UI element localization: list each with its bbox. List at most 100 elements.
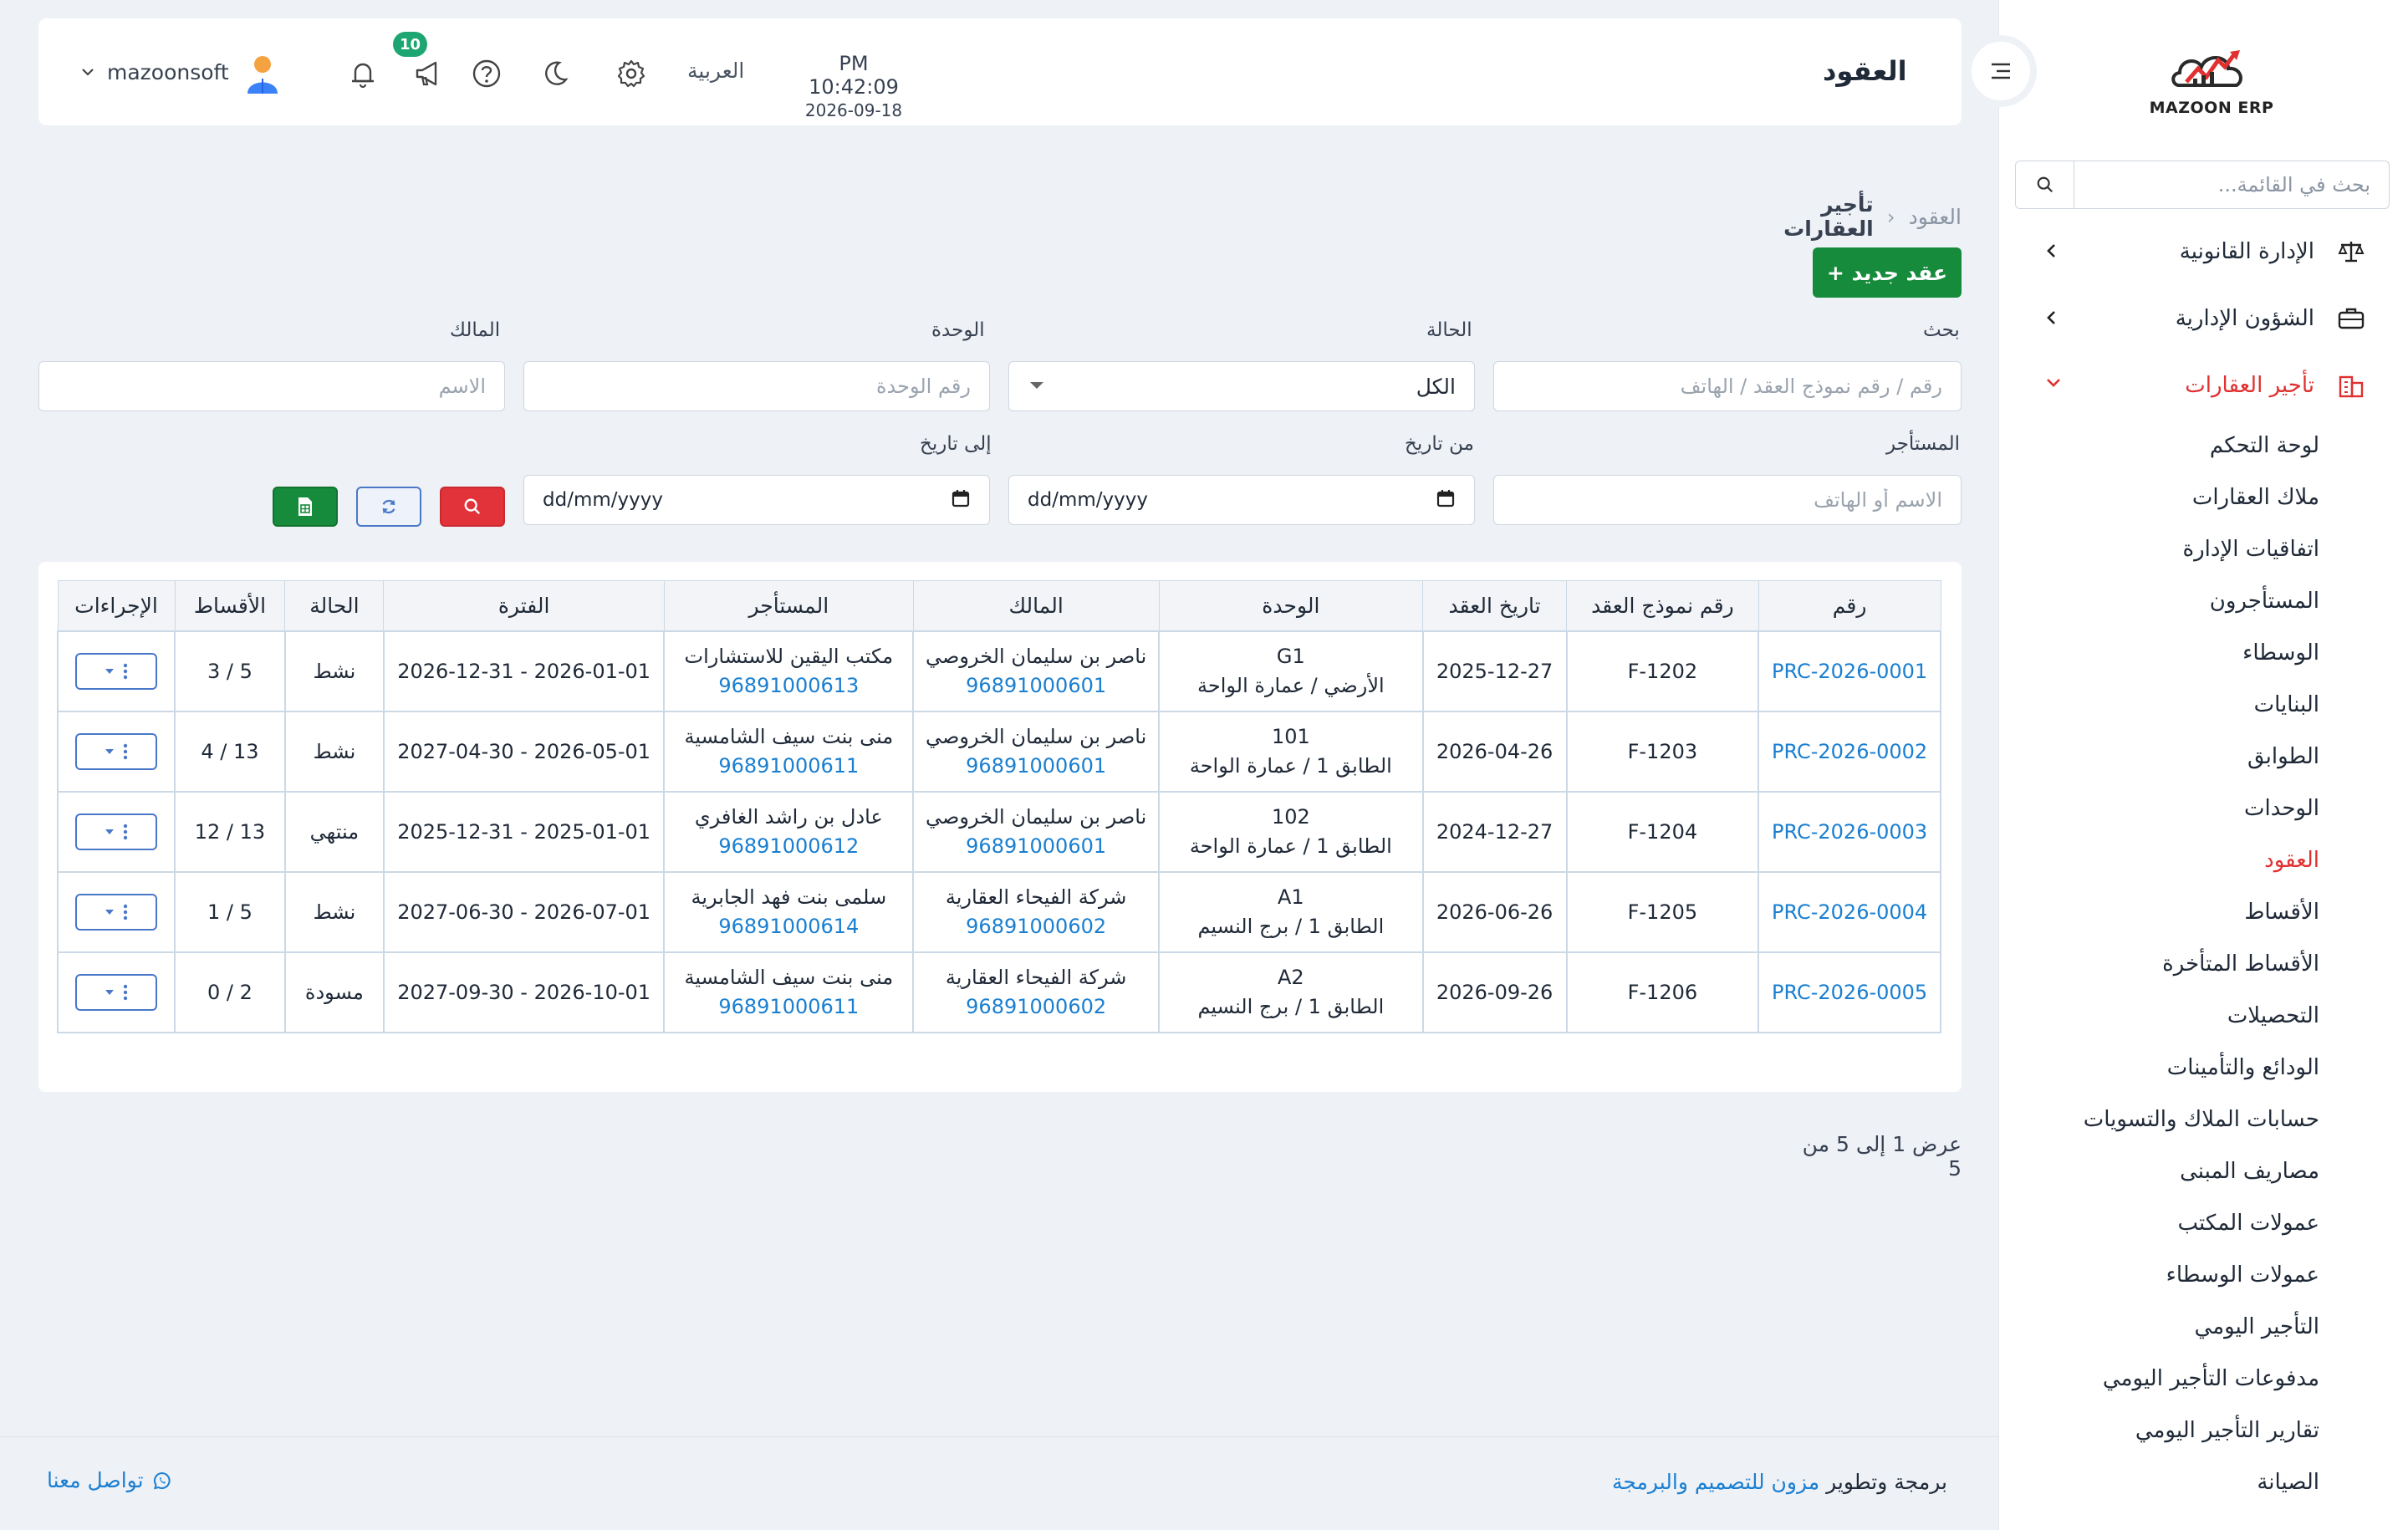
megaphone-icon[interactable] (410, 55, 446, 92)
sidebar-group-real-estate[interactable]: تأجير العقارات (1998, 360, 2408, 411)
contract-id-link[interactable]: PRC-2026-0001 (1772, 660, 1927, 683)
footer-company-link[interactable]: مزون للتصميم والبرمجة (1612, 1470, 1819, 1494)
owner-phone[interactable]: 96891000601 (966, 674, 1106, 698)
column-header[interactable]: الفترة (383, 580, 665, 631)
table-row: PRC-2026-0005 F-1206 2026-09-26 A2 الطابق… (57, 951, 1941, 1033)
tenant-phone[interactable]: 96891000611 (718, 995, 859, 1019)
sidebar-item-buildings[interactable]: البنايات (2254, 692, 2319, 726)
sidebar-item-floors[interactable]: الطوابق (2247, 744, 2319, 778)
owner-phone[interactable]: 96891000602 (966, 915, 1106, 939)
column-header[interactable]: رقم (1758, 580, 1941, 631)
sidebar-group-label: تأجير العقارات (2185, 373, 2314, 398)
column-header[interactable]: المستأجر (663, 580, 914, 631)
to-date-field[interactable]: dd/mm/yyyy (523, 475, 990, 525)
sidebar-item-owners[interactable]: ملاك العقارات (2192, 485, 2319, 518)
status-select[interactable]: الكل (1008, 361, 1475, 411)
column-header[interactable]: الوحدة (1158, 580, 1424, 631)
app-logo[interactable]: MAZOON ERP (2140, 33, 2283, 117)
language-switch[interactable]: العربية (687, 59, 744, 83)
search-input[interactable] (1494, 362, 1961, 411)
unit-field[interactable] (523, 361, 990, 411)
sidebar-item-collections[interactable]: التحصيلات (2227, 1003, 2319, 1037)
calendar-icon[interactable] (1436, 488, 1456, 512)
row-actions-dropdown[interactable] (75, 652, 157, 690)
sidebar-item-installments[interactable]: الأقساط (2244, 900, 2319, 933)
column-header[interactable]: الأقساط (174, 580, 286, 631)
menu-icon (1992, 63, 2010, 79)
owner-field[interactable] (38, 361, 505, 411)
sidebar-item-owner-accounts[interactable]: حسابات الملاك والتسويات (2084, 1107, 2319, 1140)
tenant-phone[interactable]: 96891000612 (718, 834, 859, 859)
export-excel-button[interactable] (273, 487, 338, 527)
sidebar-item-management-agreements[interactable]: اتفاقيات الإدارة (2182, 537, 2319, 570)
avatar[interactable] (244, 54, 281, 99)
owner-phone[interactable]: 96891000601 (966, 834, 1106, 859)
calendar-icon[interactable] (951, 488, 971, 512)
owner-input[interactable] (39, 362, 504, 411)
breadcrumb-separator-icon: ‹ (1886, 204, 1895, 229)
sidebar-item-building-expenses[interactable]: مصاريف المبنى (2180, 1159, 2319, 1192)
search-button[interactable] (440, 487, 505, 527)
sidebar-search-input[interactable] (2074, 161, 2389, 208)
breadcrumb-parent[interactable]: تأجير العقارات (1739, 192, 1874, 241)
contract-id-link[interactable]: PRC-2026-0003 (1772, 820, 1927, 844)
row-actions-dropdown[interactable] (75, 893, 157, 931)
chevron-down-icon[interactable] (80, 65, 95, 81)
unit-code: A2 (1278, 965, 1304, 989)
tenant-field[interactable] (1493, 475, 1962, 525)
tenant-phone[interactable]: 96891000611 (718, 754, 859, 778)
tenant-phone[interactable]: 96891000613 (718, 674, 859, 698)
contract-id-link[interactable]: PRC-2026-0004 (1772, 900, 1927, 924)
sidebar-item-broker-commissions[interactable]: عمولات الوسطاء (2166, 1262, 2319, 1296)
bell-icon[interactable] (344, 55, 381, 92)
sidebar-group-admin[interactable]: الشؤون الإدارية (1998, 293, 2408, 344)
from-date-field[interactable]: dd/mm/yyyy (1008, 475, 1475, 525)
page-title: العقود (1823, 55, 1907, 87)
tenant-input[interactable] (1494, 476, 1961, 524)
sidebar-item-daily-rental[interactable]: التأجير اليومي (2195, 1314, 2319, 1348)
column-header[interactable]: المالك (912, 580, 1160, 631)
settings-icon[interactable] (613, 55, 650, 92)
help-icon[interactable] (468, 55, 505, 92)
from-date-label: من تاريخ (1405, 433, 1474, 455)
sidebar-item-office-commissions[interactable]: عمولات المكتب (2178, 1211, 2319, 1244)
contract-id-link[interactable]: PRC-2026-0002 (1772, 740, 1927, 763)
contract-period: 2026-01-01 - 2026-12-31 (382, 630, 666, 712)
sidebar-item-daily-rental-payments[interactable]: مدفوعات التأجير اليومي (2103, 1366, 2319, 1400)
tenant-phone[interactable]: 96891000614 (718, 915, 859, 939)
sidebar-item-contracts[interactable]: العقود (2264, 848, 2319, 881)
new-contract-button[interactable]: + عقد جديد (1813, 247, 1962, 298)
reset-button[interactable] (356, 487, 421, 527)
owner-phone[interactable]: 96891000602 (966, 995, 1106, 1019)
sidebar-item-deposits[interactable]: الودائع والتأمينات (2167, 1055, 2319, 1089)
menu-toggle-button[interactable] (1965, 35, 2037, 107)
footer-credit: برمجة وتطوير مزون للتصميم والبرمجة (1612, 1470, 1947, 1494)
sidebar-search[interactable] (2015, 161, 2390, 209)
sidebar-item-tenants[interactable]: المستأجرون (2210, 589, 2319, 622)
unit-input[interactable] (524, 362, 989, 411)
more-vertical-icon (123, 984, 128, 1000)
username[interactable]: mazoonsoft (107, 60, 229, 84)
sidebar-item-overdue-installments[interactable]: الأقساط المتأخرة (2162, 951, 2319, 985)
column-header[interactable]: رقم نموذج العقد (1566, 580, 1759, 631)
search-field[interactable] (1493, 361, 1962, 411)
contact-us-link[interactable]: تواصل معنا (47, 1468, 172, 1492)
to-date-value: dd/mm/yyyy (543, 489, 663, 511)
sidebar-item-daily-rental-reports[interactable]: تقارير التأجير اليومي (2135, 1418, 2319, 1451)
table-row: PRC-2026-0003 F-1204 2024-12-27 102 الطاب… (57, 790, 1941, 873)
column-header[interactable]: تاريخ العقد (1422, 580, 1567, 631)
search-icon[interactable] (2016, 161, 2074, 208)
sidebar-item-units[interactable]: الوحدات (2244, 796, 2319, 829)
row-actions-dropdown[interactable] (75, 732, 157, 770)
sidebar-item-dashboard[interactable]: لوحة التحكم (2210, 433, 2319, 467)
chevron-left-icon (2043, 308, 2060, 331)
owner-phone[interactable]: 96891000601 (966, 754, 1106, 778)
row-actions-dropdown[interactable] (75, 813, 157, 850)
contract-id-link[interactable]: PRC-2026-0005 (1772, 981, 1927, 1004)
moon-icon[interactable] (537, 55, 574, 92)
sidebar-item-brokers[interactable]: الوسطاء (2242, 640, 2319, 674)
row-actions-dropdown[interactable] (75, 973, 157, 1011)
sidebar-group-legal[interactable]: الإدارة القانونية (1998, 226, 2408, 278)
column-header[interactable]: الحالة (284, 580, 385, 631)
sidebar-item-maintenance[interactable]: الصيانة (2257, 1470, 2319, 1503)
